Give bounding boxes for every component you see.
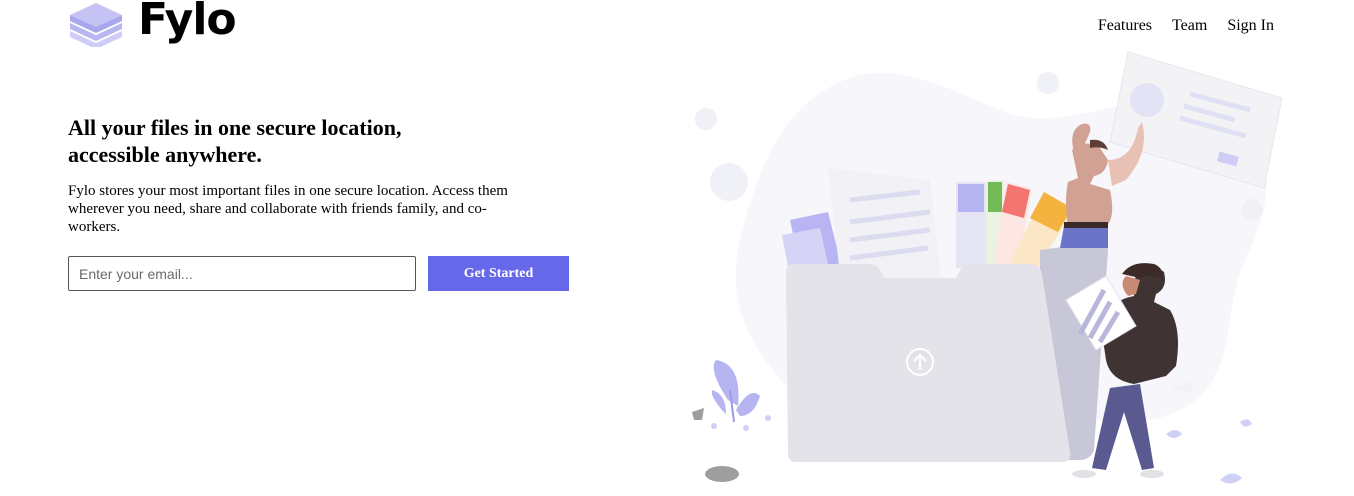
falling-leaf: [1166, 430, 1182, 438]
color-swatch: [958, 184, 984, 212]
plant-leaf: [711, 390, 726, 414]
folder-front: [786, 264, 1071, 462]
decor-circle: [710, 163, 748, 201]
decor-circle: [1241, 199, 1263, 221]
file-folder-upload-illustration: [692, 51, 1283, 484]
email-signup-form: Get Started: [68, 256, 569, 291]
get-started-button[interactable]: Get Started: [428, 256, 569, 291]
nav-features-link[interactable]: Features: [1098, 17, 1152, 35]
nav-sign-in-link[interactable]: Sign In: [1227, 17, 1274, 35]
main-nav: Features Team Sign In: [1098, 17, 1274, 35]
landing-page: Fylo Features Team Sign In All your file…: [0, 0, 1354, 496]
card-avatar: [1130, 83, 1164, 117]
rock: [705, 466, 739, 482]
hero-description: Fylo stores your most important files in…: [68, 183, 508, 235]
plant-leaf: [736, 393, 760, 416]
decor-circle: [1037, 72, 1059, 94]
brand-name: Fylo: [138, 0, 237, 45]
falling-leaf: [1220, 473, 1242, 484]
falling-leaf: [1240, 419, 1252, 427]
decor-circle: [695, 108, 717, 130]
stacked-layers-icon: [70, 3, 122, 47]
nav-team-link[interactable]: Team: [1172, 17, 1207, 35]
brand-logo[interactable]: Fylo: [68, 0, 237, 48]
hero-title: All your files in one secure location, a…: [68, 115, 402, 167]
email-input[interactable]: [68, 256, 416, 291]
color-swatch: [988, 182, 1002, 212]
